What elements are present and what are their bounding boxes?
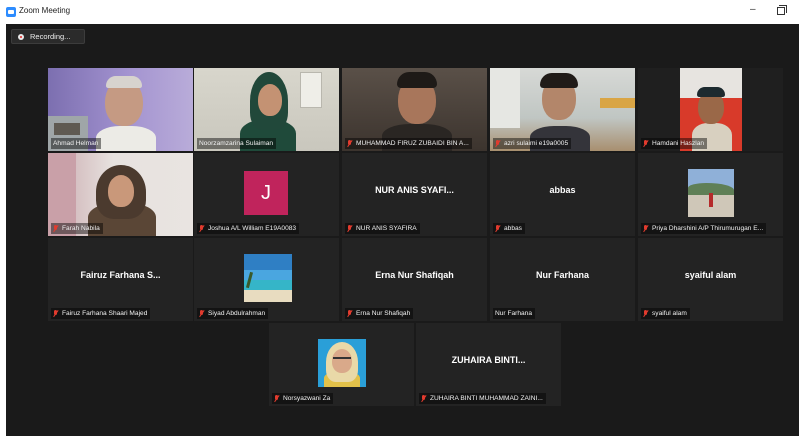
muted-mic-icon (421, 394, 427, 403)
participant-name: Farah Nabila (51, 223, 103, 234)
muted-mic-icon (643, 139, 649, 148)
participant-tile[interactable]: Farah Nabila (48, 153, 193, 236)
participant-tile[interactable]: MUHAMMAD FIRUZ ZUBAIDI BIN A... (342, 68, 487, 151)
participant-name: Joshua A/L William E19A0083 (197, 223, 300, 234)
participant-display-name: syaiful alam (684, 270, 737, 280)
participant-tile[interactable]: Norsyazwani Za (269, 323, 414, 406)
muted-mic-icon (274, 394, 280, 403)
participant-tile[interactable]: ZUHAIRA BINTI... ZUHAIRA BINTI MUHAMMAD … (416, 323, 561, 406)
restore-button[interactable] (777, 5, 787, 15)
participant-tile[interactable]: Siyad Abdulrahman (194, 238, 339, 321)
recording-indicator[interactable]: Recording... (11, 29, 85, 44)
participant-tile[interactable]: Erna Nur Shafiqah Erna Nur Shafiqah (342, 238, 487, 321)
participant-name: abbas (493, 223, 525, 234)
participant-name: Norsyazwani Za (272, 393, 334, 404)
zoom-app-icon (6, 7, 16, 17)
participant-photo (244, 254, 292, 302)
participant-display-name: ZUHAIRA BINTI... (451, 355, 526, 365)
participant-display-name: Erna Nur Shafiqah (375, 270, 454, 280)
participant-tile[interactable]: J Joshua A/L William E19A0083 (194, 153, 339, 236)
muted-mic-icon (495, 224, 501, 233)
minimize-button[interactable]: – (750, 4, 756, 15)
participant-tile[interactable]: Ahmad Helman (48, 68, 193, 151)
recording-label: Recording... (30, 32, 71, 41)
muted-mic-icon (495, 139, 501, 148)
participant-name: azri sulaimi e19a0005 (493, 138, 572, 149)
participant-tile[interactable]: syaiful alam syaiful alam (638, 238, 783, 321)
muted-mic-icon (199, 224, 205, 233)
avatar-initial: J (244, 171, 288, 215)
muted-mic-icon (199, 309, 205, 318)
record-icon (18, 34, 24, 40)
participant-tile[interactable]: Hamdani Haszlan (638, 68, 783, 151)
participant-name: Hamdani Haszlan (641, 138, 708, 149)
participant-photo (688, 169, 734, 217)
participant-tile[interactable]: Priya Dharshini A/P Thirumurugan E... (638, 153, 783, 236)
muted-mic-icon (347, 309, 353, 318)
muted-mic-icon (643, 224, 649, 233)
muted-mic-icon (347, 139, 353, 148)
participant-name: ZUHAIRA BINTI MUHAMMAD ZAINI... (419, 393, 546, 404)
muted-mic-icon (53, 309, 59, 318)
participant-name: Ahmad Helman (51, 138, 102, 149)
participant-tile[interactable]: azri sulaimi e19a0005 (490, 68, 635, 151)
muted-mic-icon (53, 224, 59, 233)
participant-name: Erna Nur Shafiqah (345, 308, 414, 319)
participant-name: Fairuz Farhana Shaari Majed (51, 308, 151, 319)
participant-tile[interactable]: NUR ANIS SYAFI... NUR ANIS SYAFIRA (342, 153, 487, 236)
participant-display-name: abbas (549, 185, 576, 195)
participant-display-name: NUR ANIS SYAFI... (375, 185, 454, 195)
window-title: Zoom Meeting (19, 6, 71, 15)
participant-display-name: Nur Farhana (535, 270, 589, 280)
participant-tile[interactable]: Nur Farhana Nur Farhana (490, 238, 635, 321)
participant-tile-active-speaker[interactable]: Noorzamzarina Sulaiman (194, 68, 339, 151)
participant-display-name: Fairuz Farhana S... (80, 270, 161, 280)
participant-name: Siyad Abdulrahman (197, 308, 269, 319)
muted-mic-icon (643, 309, 649, 318)
participant-name: Nur Farhana (493, 308, 536, 319)
participant-name: Priya Dharshini A/P Thirumurugan E... (641, 223, 767, 234)
participant-tile[interactable]: Fairuz Farhana S... Fairuz Farhana Shaar… (48, 238, 193, 321)
participant-name: Noorzamzarina Sulaiman (197, 138, 277, 149)
participant-name: MUHAMMAD FIRUZ ZUBAIDI BIN A... (345, 138, 472, 149)
participant-name: syaiful alam (641, 308, 690, 319)
participant-photo (318, 339, 366, 387)
participant-name: NUR ANIS SYAFIRA (345, 223, 420, 234)
participant-tile[interactable]: abbas abbas (490, 153, 635, 236)
title-bar: Zoom Meeting – (0, 0, 799, 24)
muted-mic-icon (347, 224, 353, 233)
